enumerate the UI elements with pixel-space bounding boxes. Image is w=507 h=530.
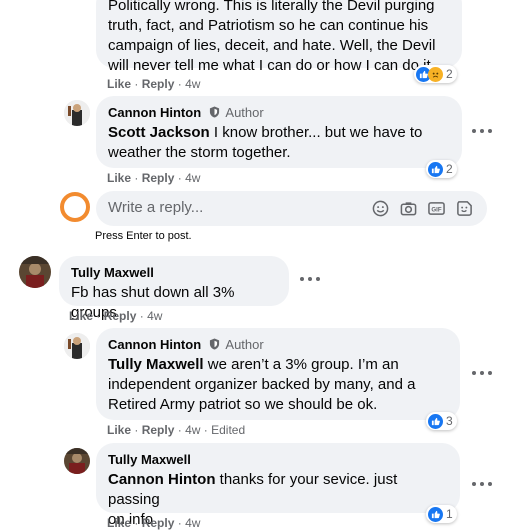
- sad-icon: [428, 66, 443, 82]
- svg-text:GIF: GIF: [431, 206, 441, 213]
- comment-bubble: Cannon Hinton Author Tully Maxwell we ar…: [96, 328, 460, 420]
- commenter-name[interactable]: Tully Maxwell: [71, 264, 277, 281]
- reaction-summary[interactable]: 1: [426, 505, 457, 523]
- more-icon[interactable]: [472, 371, 492, 377]
- reaction-count: 2: [446, 67, 453, 81]
- like-link[interactable]: Like: [107, 171, 131, 185]
- shield-icon: [209, 106, 219, 118]
- comment-bubble: Tully Maxwell Fb has shut down all 3% gr…: [59, 256, 289, 321]
- comment-line: will never tell me what I can do or how …: [108, 57, 435, 74]
- reply-link[interactable]: Reply: [104, 309, 137, 323]
- avatar[interactable]: [64, 333, 90, 359]
- smiley-icon[interactable]: [372, 200, 389, 217]
- mention-link[interactable]: Scott Jackson: [108, 124, 210, 141]
- comment-text: I know brother... but we have to: [213, 124, 423, 141]
- comment-bubble-top: Politically wrong. This is literally the…: [96, 0, 462, 74]
- timestamp[interactable]: 4w: [185, 423, 200, 437]
- commenter-name[interactable]: Tully Maxwell: [108, 451, 448, 468]
- comment-line: Politically wrong. This is literally the…: [108, 0, 435, 14]
- reply-link[interactable]: Reply: [142, 171, 175, 185]
- like-icon: [428, 506, 443, 522]
- reply-link[interactable]: Reply: [142, 77, 175, 91]
- comment-actions: Like · Reply · 4w · Edited: [107, 423, 246, 437]
- comment-text: independent organizer backed by many, an…: [108, 376, 416, 393]
- comment-text: Retired Army patriot so we should be ok.: [108, 396, 378, 413]
- timestamp[interactable]: 4w: [185, 77, 200, 91]
- author-badge: Author: [225, 337, 264, 352]
- avatar[interactable]: [19, 256, 51, 288]
- commenter-name[interactable]: Cannon Hinton: [108, 337, 201, 352]
- like-icon: [428, 413, 443, 429]
- reaction-count: 3: [446, 414, 453, 428]
- timestamp[interactable]: 4w: [185, 171, 200, 185]
- shield-icon: [209, 338, 219, 350]
- gif-icon[interactable]: GIF: [428, 200, 445, 217]
- like-link[interactable]: Like: [107, 516, 131, 530]
- like-link[interactable]: Like: [107, 423, 131, 437]
- edited-label: Edited: [211, 423, 246, 437]
- mention-link[interactable]: Tully Maxwell: [108, 356, 204, 373]
- like-link[interactable]: Like: [69, 309, 93, 323]
- avatar: [60, 192, 90, 222]
- press-enter-hint: Press Enter to post.: [95, 230, 192, 242]
- comment-actions: Like · Reply · 4w: [107, 516, 201, 530]
- reaction-count: 1: [446, 507, 453, 521]
- avatar[interactable]: [64, 448, 90, 474]
- camera-icon[interactable]: [400, 200, 417, 217]
- comment-line: truth, fact, and Patriotism so he can co…: [108, 17, 429, 34]
- reply-link[interactable]: Reply: [142, 516, 175, 530]
- comment-text: weather the storm together.: [108, 144, 291, 161]
- avatar[interactable]: [64, 100, 90, 126]
- more-icon[interactable]: [300, 277, 320, 283]
- comment-text: we aren’t a 3% group. I’m an: [207, 356, 399, 373]
- sticker-icon[interactable]: [456, 200, 473, 217]
- comment-bubble: Cannon Hinton Author Scott Jackson I kno…: [96, 96, 462, 168]
- comment-actions: Like · Reply · 4w: [69, 309, 163, 323]
- commenter-name[interactable]: Cannon Hinton: [108, 105, 201, 120]
- timestamp[interactable]: 4w: [147, 309, 162, 323]
- comment-bubble: Tully Maxwell Cannon Hinton thanks for y…: [96, 443, 460, 528]
- comment-actions: Like · Reply · 4w: [107, 77, 201, 91]
- like-icon: [428, 161, 443, 177]
- timestamp[interactable]: 4w: [185, 516, 200, 530]
- comment-actions: Like · Reply · 4w: [107, 171, 201, 185]
- reply-placeholder: Write a reply...: [108, 199, 204, 216]
- reply-link[interactable]: Reply: [142, 423, 175, 437]
- more-icon[interactable]: [472, 482, 492, 488]
- reaction-count: 2: [446, 162, 453, 176]
- like-link[interactable]: Like: [107, 77, 131, 91]
- mention-link[interactable]: Cannon Hinton: [108, 471, 215, 488]
- comment-line: campaign of lies, deceit, and hate. Well…: [108, 37, 436, 54]
- reaction-summary[interactable]: 2: [426, 160, 457, 178]
- author-badge: Author: [225, 105, 264, 120]
- reaction-summary[interactable]: 3: [426, 412, 457, 430]
- reaction-summary[interactable]: 2: [414, 65, 457, 83]
- more-icon[interactable]: [472, 129, 492, 135]
